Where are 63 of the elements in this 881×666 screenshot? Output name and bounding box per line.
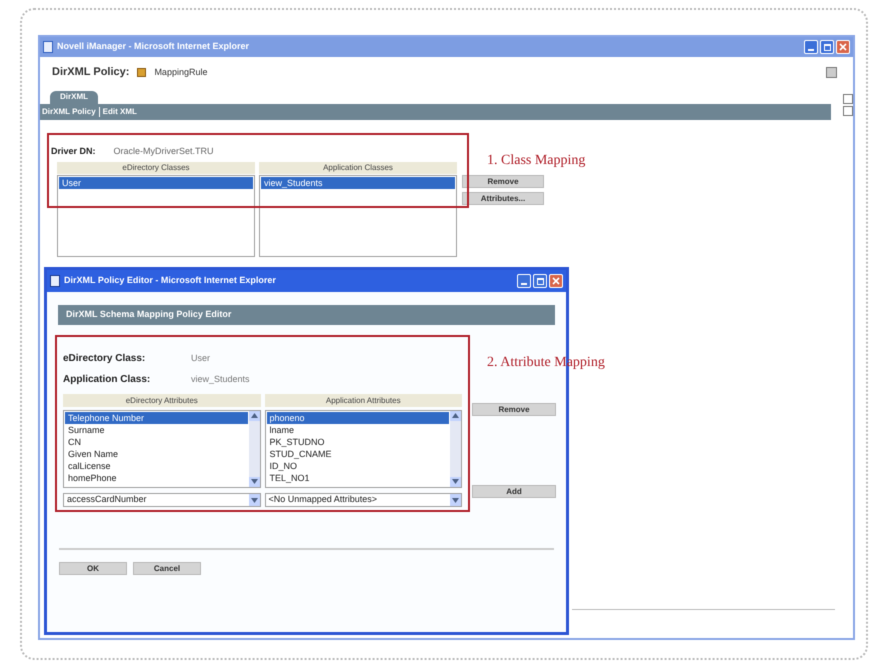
- edirectory-class-value: User: [191, 352, 210, 365]
- list-box[interactable]: phoneno lname PK_STUDNO STUD_CNAME ID_NO TEL_NO1: [264, 410, 462, 488]
- grid-icon[interactable]: [826, 66, 837, 78]
- application-class-value: view_Students: [191, 372, 250, 386]
- window-title: Novell iManager - Microsoft Internet Explorer: [57, 40, 250, 54]
- column-header: Application Classes: [259, 162, 457, 174]
- policy-label: DirXML Policy:: [52, 65, 130, 80]
- expand-icon[interactable]: [843, 94, 853, 104]
- action-button[interactable]: Add: [472, 485, 556, 498]
- tab-link[interactable]: Edit XML: [102, 106, 137, 118]
- scroll-up-icon[interactable]: [450, 411, 461, 421]
- maximize-icon[interactable]: [820, 40, 834, 54]
- window-title: DirXML Policy Editor - Microsoft Internet Explorer: [64, 274, 277, 288]
- dropdown[interactable]: <No Unmapped Attributes>: [264, 493, 462, 507]
- list-item[interactable]: ID_NO: [266, 460, 449, 472]
- policy-icon: [137, 68, 146, 77]
- driver-dn-value: Oracle-MyDriverSet.TRU: [114, 144, 214, 158]
- close-icon[interactable]: [549, 274, 563, 288]
- column-header: eDirectory Classes: [57, 162, 255, 174]
- scrollbar[interactable]: [450, 411, 461, 487]
- list-item[interactable]: view_Students: [261, 177, 455, 189]
- annotation: 1. Class Mapping: [487, 152, 586, 170]
- list-item[interactable]: calLicense: [65, 460, 248, 472]
- list-item[interactable]: STUD_CNAME: [266, 448, 449, 460]
- list-box[interactable]: Telephone Number Surname CN Given Name calLicense homePhone: [63, 410, 260, 488]
- tab-link[interactable]: DirXML Policy: [42, 106, 96, 118]
- policy-name: MappingRule: [154, 66, 208, 79]
- edirectory-class-label: eDirectory Class:: [63, 352, 146, 366]
- scrollbar[interactable]: [248, 411, 260, 487]
- tab[interactable]: DirXML: [50, 90, 98, 104]
- list-item[interactable]: Surname: [65, 424, 248, 436]
- list-item[interactable]: homePhone: [65, 472, 248, 484]
- list-item[interactable]: TEL_NO1: [266, 472, 449, 484]
- minimize-icon[interactable]: [517, 274, 531, 288]
- action-button[interactable]: Attributes...: [462, 192, 544, 204]
- collapse-icon[interactable]: [843, 106, 853, 116]
- list-item[interactable]: Given Name: [65, 448, 248, 460]
- list-item[interactable]: phoneno: [266, 412, 449, 424]
- application-class-label: Application Class:: [63, 373, 152, 387]
- editor-title: DirXML Schema Mapping Policy Editor: [66, 308, 232, 322]
- action-button[interactable]: Remove: [472, 403, 556, 416]
- close-icon[interactable]: [836, 40, 850, 54]
- list-item[interactable]: Telephone Number: [65, 412, 248, 424]
- minimize-icon[interactable]: [804, 40, 818, 54]
- dropdown[interactable]: accessCardNumber: [63, 493, 260, 507]
- scroll-down-icon[interactable]: [248, 477, 260, 487]
- list-item[interactable]: PK_STUDNO: [266, 436, 449, 448]
- list-item[interactable]: User: [59, 177, 253, 189]
- action-button[interactable]: OK: [59, 562, 127, 575]
- browser-icon: [50, 275, 60, 287]
- list-item[interactable]: lname: [266, 424, 449, 436]
- browser-icon: [43, 41, 53, 53]
- scroll-up-icon[interactable]: [248, 411, 260, 421]
- column-header: eDirectory Attributes: [63, 394, 260, 407]
- scroll-down-icon[interactable]: [450, 477, 461, 487]
- action-button[interactable]: Remove: [462, 174, 544, 188]
- list-item[interactable]: CN: [65, 436, 248, 448]
- list-box[interactable]: User: [57, 175, 255, 257]
- list-box[interactable]: view_Students: [259, 175, 457, 257]
- maximize-icon[interactable]: [533, 274, 547, 288]
- action-button[interactable]: Cancel: [133, 562, 201, 575]
- driver-dn-label: Driver DN:: [51, 144, 96, 158]
- column-header: Application Attributes: [264, 394, 462, 407]
